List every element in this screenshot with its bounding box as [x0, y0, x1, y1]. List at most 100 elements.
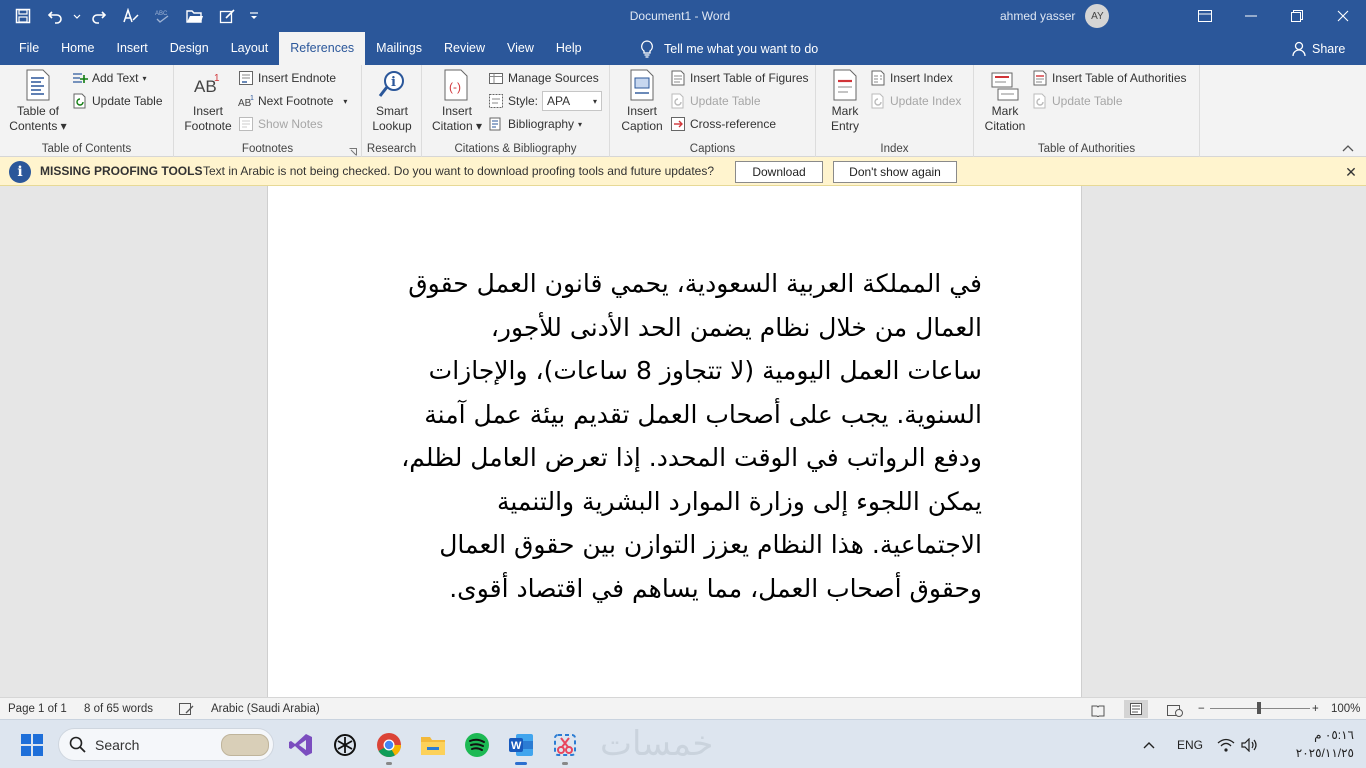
minimize-icon[interactable]	[1228, 0, 1274, 32]
chevron-down-icon[interactable]	[72, 1, 82, 31]
ribbon-tabs: File Home Insert Design Layout References Mail…	[8, 32, 593, 65]
tab-insert[interactable]: Insert	[106, 32, 159, 65]
insert-caption-button[interactable]: Insert Caption	[616, 69, 668, 134]
spelling-icon[interactable]: ABC	[148, 1, 178, 31]
taskbar-search[interactable]: Search	[58, 728, 274, 761]
table-of-contents-button[interactable]: Table of Contents ▾	[6, 69, 70, 134]
insert-index-button[interactable]: Insert Index	[870, 68, 953, 88]
restore-icon[interactable]	[1274, 0, 1320, 32]
page-count[interactable]: Page 1 of 1	[8, 698, 67, 720]
status-bar: Page 1 of 1 8 of 65 words Arabic (Saudi …	[0, 697, 1366, 719]
next-footnote-button[interactable]: AB 1 Next Footnote ▾	[238, 91, 347, 111]
read-mode-icon[interactable]	[1091, 703, 1105, 718]
mark-citation-button[interactable]: Mark Citation	[980, 69, 1030, 134]
style-dropdown[interactable]: APA ▾	[542, 91, 603, 111]
smart-lookup-button[interactable]: i Smart Lookup	[366, 69, 418, 134]
chevron-down-icon[interactable]: ▾	[343, 97, 347, 106]
insert-citation-button[interactable]: (-) Insert Citation ▾	[426, 69, 488, 134]
close-icon[interactable]: ✕	[1342, 161, 1360, 183]
show-notes-button[interactable]: Show Notes	[238, 114, 323, 134]
show-notes-icon	[238, 116, 254, 132]
start-button[interactable]	[14, 728, 50, 762]
download-button[interactable]: Download	[735, 161, 823, 183]
edit-icon[interactable]	[212, 1, 242, 31]
cross-reference-button[interactable]: Cross-reference	[670, 114, 776, 134]
text-line: ودفع الرواتب في الوقت المحدد. إذا تعرض ا…	[401, 443, 982, 472]
zoom-slider-thumb[interactable]	[1257, 702, 1261, 714]
add-text-button[interactable]: Add Text ▾	[72, 68, 147, 88]
smart-lookup-line1: Smart	[375, 104, 408, 118]
tab-references[interactable]: References	[279, 32, 366, 65]
group-captions: Insert Caption Insert Table of Figures U…	[610, 65, 816, 157]
undo-icon[interactable]	[40, 1, 70, 31]
chevron-down-icon: ▾	[142, 73, 147, 83]
document-body[interactable]: في المملكة العربية السعودية، يحمي قانون …	[362, 262, 982, 610]
share-button[interactable]: Share	[1292, 32, 1345, 65]
zoom-in-button[interactable]: +	[1312, 698, 1319, 720]
proofing-icon[interactable]	[178, 702, 194, 716]
zoom-level[interactable]: 100%	[1331, 698, 1360, 720]
update-table-icon	[670, 93, 686, 109]
close-icon[interactable]	[1320, 0, 1366, 32]
update-table-button[interactable]: Update Table	[72, 91, 163, 111]
file-explorer-icon[interactable]	[415, 728, 451, 762]
insert-table-of-authorities-button[interactable]: Insert Table of Authorities	[1032, 68, 1187, 88]
manage-sources-button[interactable]: Manage Sources	[488, 68, 599, 88]
ribbon-display-options-icon[interactable]	[1182, 0, 1228, 32]
wifi-icon[interactable]	[1217, 720, 1235, 768]
language-indicator[interactable]: Arabic (Saudi Arabia)	[211, 698, 320, 720]
update-table-label: Update Table	[1052, 94, 1123, 108]
web-layout-icon[interactable]	[1167, 703, 1183, 717]
tell-me-search[interactable]: Tell me what you want to do	[640, 32, 818, 65]
spotify-icon[interactable]	[459, 728, 495, 762]
dont-show-again-button[interactable]: Don't show again	[833, 161, 957, 183]
insert-footnote-button[interactable]: AB 1 Insert Footnote	[180, 69, 236, 134]
word-icon[interactable]: W	[503, 728, 539, 765]
tab-mailings[interactable]: Mailings	[365, 32, 433, 65]
snipping-tool-icon[interactable]	[547, 728, 583, 765]
style-icon	[488, 93, 504, 109]
volume-icon[interactable]	[1241, 720, 1259, 768]
collapse-ribbon-icon[interactable]	[1342, 141, 1356, 153]
show-hidden-icons-icon[interactable]	[1142, 720, 1156, 768]
bibliography-button[interactable]: Bibliography ▾	[488, 114, 582, 134]
mark-entry-button[interactable]: Mark Entry	[822, 69, 868, 134]
update-index-icon	[870, 93, 886, 109]
insert-endnote-button[interactable]: Insert Endnote	[238, 68, 336, 88]
visual-studio-icon[interactable]	[283, 728, 319, 762]
insert-table-of-figures-button[interactable]: Insert Table of Figures	[670, 68, 809, 88]
zoom-out-button[interactable]: −	[1198, 698, 1205, 720]
text-line: الاجتماعية. هذا النظام يعزز التوازن بين …	[439, 530, 982, 559]
redo-icon[interactable]	[84, 1, 114, 31]
tab-review[interactable]: Review	[433, 32, 496, 65]
update-index-button[interactable]: Update Index	[870, 91, 961, 111]
group-label: Table of Authorities	[1037, 143, 1136, 155]
document-page[interactable]: في المملكة العربية السعودية، يحمي قانون …	[267, 186, 1082, 697]
tab-layout[interactable]: Layout	[220, 32, 280, 65]
chatgpt-icon[interactable]	[327, 728, 363, 762]
group-footnotes: AB 1 Insert Footnote Insert Endnote AB 1 N…	[174, 65, 362, 157]
tab-file[interactable]: File	[8, 32, 50, 65]
save-icon[interactable]	[8, 1, 38, 31]
avatar[interactable]: AY	[1085, 4, 1110, 28]
format-icon[interactable]	[116, 1, 146, 31]
tab-help[interactable]: Help	[545, 32, 593, 65]
add-text-icon	[72, 70, 88, 86]
print-layout-icon[interactable]	[1124, 700, 1148, 718]
tab-design[interactable]: Design	[159, 32, 220, 65]
input-language[interactable]: ENG	[1177, 720, 1203, 768]
open-folder-icon[interactable]	[180, 1, 210, 31]
insert-citation-line1: Insert	[441, 104, 472, 118]
tab-home[interactable]: Home	[50, 32, 105, 65]
clock-time: ٠٥:١٦ م	[1314, 728, 1354, 742]
account[interactable]: ahmed yasser AY	[1000, 0, 1110, 32]
dialog-launcher-icon[interactable]	[349, 145, 357, 156]
system-clock[interactable]: ٠٥:١٦ م ٢٠٢٥/١١/٢٥	[1262, 726, 1354, 762]
word-count[interactable]: 8 of 65 words	[84, 698, 153, 720]
update-table-authorities-button[interactable]: Update Table	[1032, 91, 1123, 111]
tab-view[interactable]: View	[496, 32, 545, 65]
customize-qat-icon[interactable]	[244, 1, 264, 31]
update-table-figures-button[interactable]: Update Table	[670, 91, 761, 111]
chrome-icon[interactable]	[371, 728, 407, 765]
text-line: السنوية. يجب على أصحاب العمل تقديم بيئة …	[424, 399, 982, 429]
